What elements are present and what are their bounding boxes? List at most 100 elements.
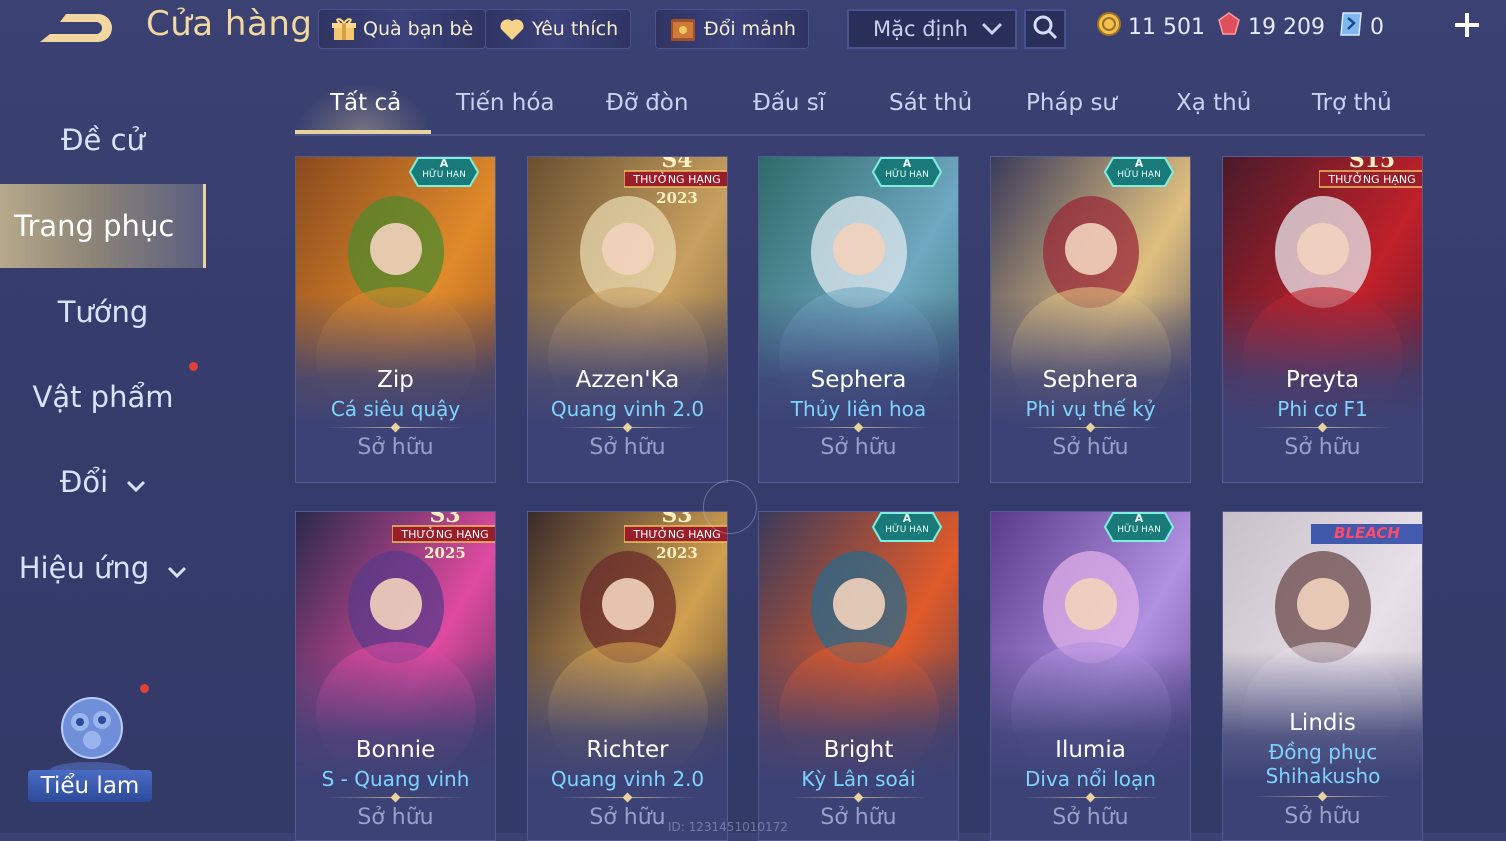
bleach-collab-logo: BLEACH: [1311, 522, 1422, 546]
sidebar-item-label: Tướng: [57, 295, 149, 329]
page-title: Cửa hàng: [146, 4, 313, 44]
chest-icon: [668, 14, 698, 44]
limited-badge-text: HỮU HẠN: [885, 525, 929, 535]
sidebar-item-skins[interactable]: Trang phục: [0, 184, 206, 268]
tab-support[interactable]: Trợ thủ: [1312, 90, 1392, 116]
sidebar-item-label: Đổi: [59, 465, 109, 499]
tab-tank[interactable]: Đỡ đòn: [606, 90, 688, 116]
rank-reward-label: THƯỞNG HẠNG: [633, 528, 721, 541]
tab-marksman[interactable]: Xạ thủ: [1176, 90, 1251, 116]
friend-gift-button[interactable]: Quà bạn bè: [318, 9, 487, 49]
skin-name: Phi cơ F1: [1277, 397, 1368, 421]
skin-card[interactable]: S4 THƯỞNG HẠNG 2023 Azzen'Ka Quang vinh 2…: [527, 156, 728, 483]
sidebar-item-label: Đề cử: [61, 123, 145, 157]
owned-status: Sở hữu: [589, 435, 666, 460]
limited-badge-text: HỮU HẠN: [422, 170, 466, 180]
hero-name: Bonnie: [355, 737, 436, 763]
skin-name: Đồng phục Shihakusho: [1265, 740, 1381, 788]
skin-card[interactable]: A HỮU HẠN Sephera Thủy liên hoa Sở hữu: [758, 156, 959, 483]
rank-reward-badge: S3 THƯỞNG HẠNG 2025: [391, 511, 495, 568]
hero-name: Ilumia: [1055, 737, 1126, 763]
sidebar-item-effects[interactable]: Hiệu ứng: [0, 526, 206, 610]
search-button[interactable]: [1024, 9, 1066, 49]
limited-badge-top: A: [1134, 512, 1144, 525]
add-currency-button[interactable]: [1450, 10, 1484, 44]
rank-reward-label: THƯỞNG HẠNG: [401, 528, 489, 541]
hero-name: Zip: [377, 367, 414, 393]
season-label: S4: [661, 156, 693, 173]
sidebar-item-items[interactable]: Vật phẩm: [0, 355, 206, 439]
voucher-amount: 0: [1370, 14, 1384, 40]
hero-name: Azzen'Ka: [575, 367, 680, 393]
rank-reward-label: THƯỞNG HẠNG: [633, 173, 721, 186]
limited-badge: A HỮU HẠN: [871, 157, 943, 187]
top-bar: Cửa hàng Quà bạn bè Yêu thích Đổi mảnh M…: [0, 0, 1506, 60]
skin-name: Quang vinh 2.0: [550, 767, 705, 791]
skin-card[interactable]: A HỮU HẠN Ilumia Diva nổi loạn Sở hữu: [990, 511, 1191, 841]
skin-card[interactable]: S15 THƯỞNG HẠNG Preyta Phi cơ F1 Sở hữu: [1222, 156, 1423, 483]
skin-name: S - Quang vinh: [321, 767, 470, 791]
plus-icon: [1453, 11, 1481, 43]
user-id-watermark: ID: 1231451010172: [668, 820, 788, 834]
skin-name: Cá siêu quậy: [330, 397, 461, 421]
search-icon: [1031, 13, 1059, 45]
limited-badge-top: A: [902, 157, 912, 170]
season-label: S15: [1348, 156, 1396, 173]
gem-balance: 19 209: [1216, 12, 1325, 42]
pet-label[interactable]: Tiểu lam: [28, 770, 152, 802]
hero-name: Preyta: [1285, 367, 1360, 393]
sort-select-value: Mặc định: [873, 17, 968, 41]
hero-name: Lindis: [1289, 710, 1356, 736]
season-label: S3: [429, 511, 461, 528]
sort-select[interactable]: Mặc định: [847, 9, 1017, 49]
exchange-shards-button[interactable]: Đổi mảnh: [655, 9, 809, 49]
hero-name: Sephera: [1042, 367, 1139, 393]
favorites-button[interactable]: Yêu thích: [485, 9, 632, 49]
sidebar-item-label: Hiệu ứng: [18, 551, 150, 585]
pet-companion-icon[interactable]: [40, 690, 140, 780]
skin-card[interactable]: BLEACH Lindis Đồng phục Shihakusho Sở hữu: [1222, 511, 1423, 841]
sidebar-item-recommended[interactable]: Đề cử: [0, 98, 206, 182]
owned-status: Sở hữu: [357, 435, 434, 460]
back-arrow-icon: [40, 14, 112, 42]
limited-badge: A HỮU HẠN: [1103, 512, 1175, 542]
voucher-balance: 0: [1338, 12, 1384, 42]
sidebar-item-heroes[interactable]: Tướng: [0, 270, 206, 354]
owned-status: Sở hữu: [1284, 804, 1361, 829]
active-tab-underline: [295, 130, 431, 134]
owned-status: Sở hữu: [1284, 435, 1361, 460]
skin-card[interactable]: A HỮU HẠN Zip Cá siêu quậy Sở hữu: [295, 156, 496, 483]
friend-gift-label: Quà bạn bè: [363, 18, 474, 40]
skin-card[interactable]: S3 THƯỞNG HẠNG 2025 Bonnie S - Quang vinh…: [295, 511, 496, 841]
tab-fighter[interactable]: Đấu sĩ: [753, 90, 825, 116]
sidebar-item-exchange[interactable]: Đổi: [0, 440, 206, 524]
collab-brand: BLEACH: [1334, 524, 1400, 542]
owned-status: Sở hữu: [1052, 435, 1129, 460]
owned-status: Sở hữu: [820, 805, 897, 830]
tab-evolution[interactable]: Tiến hóa: [456, 90, 555, 116]
rank-reward-label: THƯỞNG HẠNG: [1328, 173, 1416, 186]
tab-mage[interactable]: Pháp sư: [1026, 90, 1117, 116]
touch-indicator: [703, 480, 757, 534]
skin-card[interactable]: S3 THƯỞNG HẠNG 2023 Richter Quang vinh 2.…: [527, 511, 728, 841]
chevron-down-icon: [981, 17, 1003, 41]
limited-badge-text: HỮU HẠN: [1117, 170, 1161, 180]
skin-card[interactable]: A HỮU HẠN Sephera Phi vụ thế kỷ Sở hữu: [990, 156, 1191, 483]
season-year: 2023: [656, 544, 698, 562]
chevron-down-icon: [167, 551, 187, 585]
gift-icon: [331, 16, 357, 42]
limited-badge: A HỮU HẠN: [871, 512, 943, 542]
skin-name: Diva nổi loạn: [1025, 767, 1156, 791]
limited-badge-top: A: [439, 157, 449, 170]
rank-reward-badge: S4 THƯỞNG HẠNG 2023: [623, 156, 727, 213]
tab-all[interactable]: Tất cả: [330, 90, 401, 116]
owned-status: Sở hữu: [820, 435, 897, 460]
tab-assassin[interactable]: Sát thủ: [889, 90, 972, 116]
back-button[interactable]: [36, 8, 116, 48]
skin-card[interactable]: A HỮU HẠN Bright Kỳ Lân soái Sở hữu: [758, 511, 959, 841]
heart-icon: [498, 17, 526, 41]
skin-name: Quang vinh 2.0: [550, 397, 705, 421]
limited-badge-text: HỮU HẠN: [1117, 525, 1161, 535]
sidebar-item-label: Vật phẩm: [32, 380, 174, 414]
notification-dot: [140, 684, 149, 693]
